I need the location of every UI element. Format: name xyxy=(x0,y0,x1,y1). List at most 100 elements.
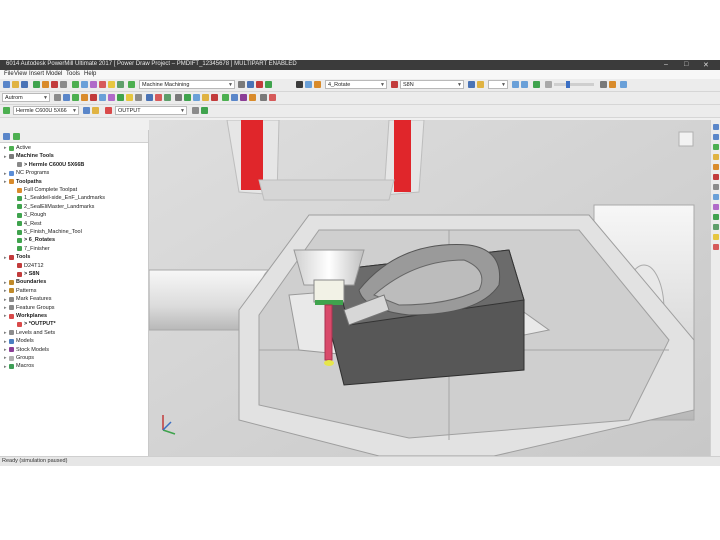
settings-icon[interactable] xyxy=(238,81,245,88)
zoom-icon[interactable] xyxy=(620,81,627,88)
section-icon[interactable] xyxy=(164,94,171,101)
tool-icon[interactable] xyxy=(51,81,58,88)
speed-icon[interactable] xyxy=(477,81,484,88)
menu-model[interactable]: Model xyxy=(46,71,62,77)
explorer-item[interactable]: 5_Finish_Machine_Tool xyxy=(12,228,82,236)
explorer-item[interactable]: ▸ Levels and Sets xyxy=(4,329,55,337)
forward-icon[interactable] xyxy=(521,81,528,88)
setup-combo[interactable]: Autrom ▼ xyxy=(2,93,50,102)
explorer-item[interactable]: > S8N xyxy=(12,270,39,278)
rotate-icon[interactable] xyxy=(296,81,303,88)
graphics-viewport[interactable] xyxy=(149,120,710,456)
simulate-icon[interactable] xyxy=(72,81,79,88)
view-top-icon[interactable] xyxy=(713,164,719,170)
wireframe-icon[interactable] xyxy=(81,94,88,101)
alert-icon[interactable] xyxy=(269,94,276,101)
check-icon[interactable] xyxy=(184,94,191,101)
explorer-item[interactable]: ▸ Active xyxy=(4,144,31,152)
tool-select-icon[interactable] xyxy=(391,81,398,88)
transparency-icon[interactable] xyxy=(222,94,229,101)
explorer-item[interactable]: 1_Sealdeil-side_EnF_Landmarks xyxy=(12,194,105,202)
explorer-item[interactable]: ▸ Patterns xyxy=(4,287,36,295)
orient-icon[interactable] xyxy=(314,81,321,88)
explorer-item[interactable]: ▸ Boundaries xyxy=(4,278,46,286)
explorer-item[interactable]: ▸ Tools xyxy=(4,253,30,261)
workplane-select-icon[interactable] xyxy=(105,107,112,114)
machine-settings-icon[interactable] xyxy=(83,107,90,114)
explorer-item[interactable]: > 6_Rotates xyxy=(12,236,55,244)
stock-icon[interactable] xyxy=(117,81,124,88)
iso-icon[interactable] xyxy=(99,94,106,101)
workplane-icon[interactable] xyxy=(60,81,67,88)
stock-display-icon[interactable] xyxy=(713,244,719,250)
workplane-activate-icon[interactable] xyxy=(201,107,208,114)
explorer-item[interactable]: D24T12 xyxy=(12,262,44,270)
light-icon[interactable] xyxy=(193,94,200,101)
slider-thumb[interactable] xyxy=(566,81,570,88)
explorer-item[interactable]: 2_SealEliMaster_Landmarks xyxy=(12,203,94,211)
view-iso-icon[interactable] xyxy=(713,154,719,160)
explorer-icon[interactable] xyxy=(3,133,10,140)
view-cube-icon[interactable] xyxy=(678,131,694,147)
verify-icon[interactable] xyxy=(108,81,115,88)
shade-icon[interactable] xyxy=(72,94,79,101)
collision-icon[interactable] xyxy=(99,81,106,88)
view-front-icon[interactable] xyxy=(713,174,719,180)
fit-icon[interactable] xyxy=(135,94,142,101)
explorer-item[interactable]: 7_Finisher xyxy=(12,245,50,253)
shading-mode-icon[interactable] xyxy=(713,204,719,210)
menu-help[interactable]: Help xyxy=(84,71,96,77)
axis-icon[interactable] xyxy=(305,81,312,88)
machine-tool-icon[interactable] xyxy=(3,107,10,114)
explorer-item[interactable]: 3_Rough xyxy=(12,211,46,219)
tool-view-icon[interactable] xyxy=(249,94,256,101)
boundary-icon[interactable] xyxy=(42,81,49,88)
machine-icon[interactable] xyxy=(128,81,135,88)
menu-tools[interactable]: Tools xyxy=(66,71,80,77)
front-icon[interactable] xyxy=(117,94,124,101)
new-icon[interactable] xyxy=(3,81,10,88)
feed-icon[interactable] xyxy=(468,81,475,88)
machining-combo[interactable]: Machine Machining ▼ xyxy=(139,80,235,89)
workplane-combo[interactable]: OUTPUT ▼ xyxy=(115,106,187,115)
shading-icon[interactable] xyxy=(90,81,97,88)
explorer-item[interactable]: > Hermle C600U 5X66B xyxy=(12,161,84,169)
hide-icon[interactable] xyxy=(231,94,238,101)
view-right-icon[interactable] xyxy=(713,194,719,200)
model-display-icon[interactable] xyxy=(713,224,719,230)
speed-combo[interactable]: ▼ xyxy=(488,80,508,89)
grid-icon[interactable] xyxy=(63,94,70,101)
explorer-item[interactable]: ▸ Macros xyxy=(4,362,34,370)
flag-icon[interactable] xyxy=(609,81,616,88)
clip-icon[interactable] xyxy=(211,94,218,101)
machine-combo[interactable]: Hermle C600U 5X66 ▼ xyxy=(13,106,79,115)
toolpath-icon[interactable] xyxy=(33,81,40,88)
view-icon[interactable] xyxy=(81,81,88,88)
material-icon[interactable] xyxy=(202,94,209,101)
zoom-out-icon[interactable] xyxy=(713,134,719,140)
pan-icon[interactable] xyxy=(146,94,153,101)
explorer-item[interactable]: ▸ Mark Features xyxy=(4,295,51,303)
stock-view-icon[interactable] xyxy=(240,94,247,101)
explorer-item[interactable]: ▸ Models xyxy=(4,337,34,345)
explorer-item[interactable]: ▸ Stock Models xyxy=(4,346,49,354)
tool-combo[interactable]: S8N ▼ xyxy=(400,80,464,89)
options-icon[interactable] xyxy=(600,81,607,88)
explorer-item[interactable]: ▸ Machine Tools xyxy=(4,152,54,160)
layers-icon[interactable] xyxy=(54,94,61,101)
explorer-item[interactable]: ▸ Toolpaths xyxy=(4,178,42,186)
box-icon[interactable] xyxy=(90,94,97,101)
explorer-item[interactable]: ▸ Workplanes xyxy=(4,312,47,320)
minimize-button[interactable]: – xyxy=(664,61,668,68)
run-icon[interactable] xyxy=(533,81,540,88)
explorer-item[interactable]: Full Complete Toolpat xyxy=(12,186,77,194)
zoom-fit-icon[interactable] xyxy=(713,144,719,150)
save-icon[interactable] xyxy=(21,81,28,88)
menu-view[interactable]: View xyxy=(14,71,27,77)
toolpath-display-icon[interactable] xyxy=(713,234,719,240)
view-left-icon[interactable] xyxy=(713,184,719,190)
zoom-in-icon[interactable] xyxy=(713,124,719,130)
explorer-item[interactable]: ▸ Feature Groups xyxy=(4,304,55,312)
axis-combo[interactable]: 4_Rotate ▼ xyxy=(325,80,387,89)
explorer-item[interactable]: 4_Rest xyxy=(12,220,41,228)
